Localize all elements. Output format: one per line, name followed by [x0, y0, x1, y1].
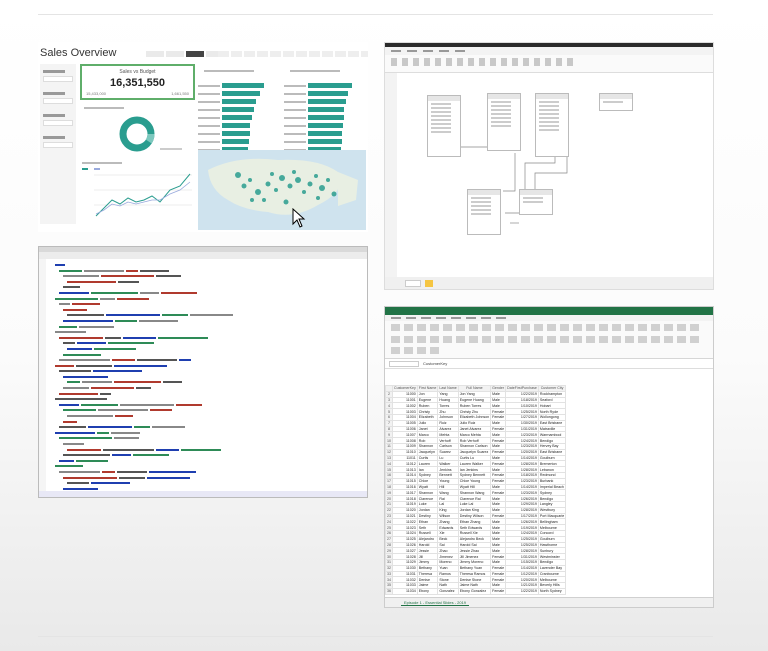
dashboard-title: Sales Overview	[40, 47, 117, 59]
model-table-calendar[interactable]	[519, 189, 553, 215]
excel-screenshot: CustomerKey CustomerKey First Name Last Na…	[384, 306, 714, 608]
table-cell[interactable]: 1/22/2019	[505, 587, 539, 595]
formula-value: CustomerKey	[423, 361, 448, 366]
kpi-value: 16,351,550	[109, 77, 166, 89]
month-slicer[interactable]	[218, 51, 368, 57]
mouse-pointer-icon	[292, 208, 306, 228]
sheet-grid[interactable]: CustomerKey First Name Last Name Full Name G…	[385, 385, 713, 597]
name-box[interactable]	[389, 360, 419, 367]
table-row[interactable]: 36 11034 Ebony Gonzalez Ebony Gonzalez Female…	[385, 587, 567, 595]
model-table-dim-customer[interactable]	[487, 93, 521, 151]
sheet-tabs[interactable]: Episode 1 - Essential Slides - 2019	[385, 597, 713, 607]
line-chart	[80, 160, 195, 226]
editor-toolbar[interactable]	[39, 252, 367, 259]
model-table-budget[interactable]	[599, 93, 633, 111]
excel-titlebar	[385, 307, 713, 315]
data-model-screenshot	[384, 42, 714, 290]
table-cell[interactable]: Gonzalez	[437, 587, 459, 595]
bottom-divider	[38, 636, 713, 637]
model-page-tab[interactable]	[405, 279, 421, 287]
table-cell[interactable]: Female	[490, 587, 507, 595]
sales-dashboard-screenshot: Sales Overview Sales vs Budget 16,351,55…	[38, 42, 368, 232]
sql-editor-screenshot	[38, 246, 368, 498]
excel-ribbon[interactable]	[385, 321, 713, 359]
add-page-button[interactable]	[425, 279, 433, 287]
editor-gutter	[39, 259, 46, 491]
bar-chart-top-customers	[198, 64, 280, 152]
formula-bar[interactable]: CustomerKey	[385, 359, 713, 369]
model-table-dim-date[interactable]	[427, 95, 461, 157]
table-cell[interactable]: Ebony	[416, 587, 439, 595]
sheet-tab[interactable]: Episode 1 - Essential Slides - 2019	[401, 600, 470, 606]
customer-map[interactable]	[198, 150, 366, 230]
table-cell[interactable]: Ebony Gonzalez	[457, 587, 492, 595]
filter-pane[interactable]	[40, 64, 76, 224]
kpi-label: Sales vs Budget	[119, 69, 156, 75]
table-cell[interactable]: 11034	[392, 587, 418, 595]
bar-chart-top-products	[284, 64, 366, 152]
editor-statusbar	[39, 491, 367, 497]
row-number[interactable]: 36	[385, 587, 393, 595]
sql-code[interactable]	[53, 263, 233, 497]
top-divider	[38, 14, 713, 15]
kpi-sub-left: 15,433,000	[86, 91, 107, 96]
model-page-tabs[interactable]	[385, 277, 713, 289]
kpi-sub-right: 1,661,550	[171, 91, 189, 96]
model-table-dim-product[interactable]	[535, 93, 569, 157]
table-cell[interactable]: North Sydney	[537, 587, 567, 595]
year-slicer[interactable]	[146, 51, 224, 57]
model-table-fact-sales[interactable]	[467, 189, 501, 235]
donut-chart	[80, 104, 195, 156]
kpi-card: Sales vs Budget 16,351,550 15,433,000 1,…	[80, 64, 195, 100]
